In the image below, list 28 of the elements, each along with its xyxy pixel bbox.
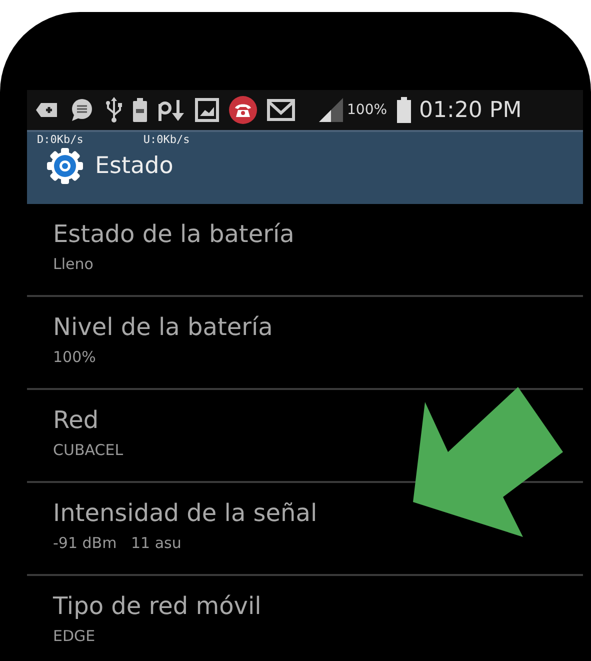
plus-tag-icon — [35, 100, 59, 120]
item-title: Red — [53, 406, 99, 434]
chat-bubble-icon — [69, 98, 95, 122]
phone-icon — [229, 96, 257, 124]
item-value: Lleno — [53, 255, 94, 273]
clock: 01:20 PM — [419, 98, 522, 122]
item-title: Estado de la batería — [53, 220, 294, 248]
item-title: Intensidad de la señal — [53, 499, 318, 527]
status-item[interactable]: Tipo de red móvil EDGE — [27, 576, 583, 661]
download-speed: D:0Kb/s — [37, 134, 84, 148]
item-value: CUBACEL — [53, 441, 124, 459]
upload-speed: U:0Kb/s — [143, 134, 190, 148]
battery-percent: 100% — [347, 102, 388, 118]
screen-title: Estado — [95, 153, 174, 179]
battery-icon — [133, 98, 147, 122]
item-value: EDGE — [53, 627, 96, 645]
download-icon — [157, 98, 185, 122]
status-item[interactable]: Estado de la batería Lleno — [27, 204, 583, 297]
item-title: Nivel de la batería — [53, 313, 273, 341]
usb-icon — [105, 97, 123, 123]
signal-icon — [317, 98, 343, 122]
battery-full-icon — [397, 97, 412, 123]
mail-icon — [267, 99, 295, 121]
image-icon — [195, 98, 219, 122]
item-title: Tipo de red móvil — [53, 592, 262, 620]
item-value: 100% — [53, 348, 96, 366]
item-value: -91 dBm 11 asu — [53, 534, 182, 552]
status-item[interactable]: Nivel de la batería 100% — [27, 297, 583, 390]
